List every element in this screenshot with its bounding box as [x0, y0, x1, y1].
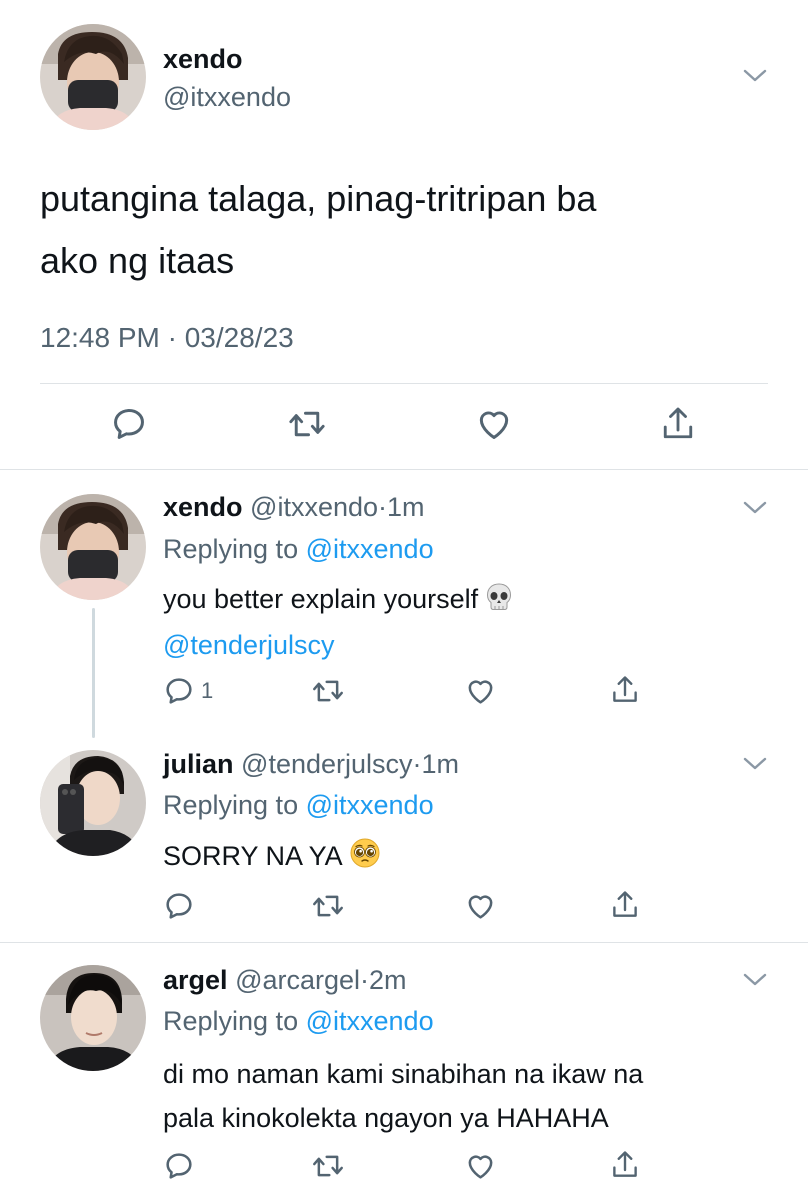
- retweet-icon: [289, 411, 325, 437]
- replying-label: Replying to: [163, 790, 299, 820]
- reply-header: julian @tenderjulscy·1m: [163, 749, 459, 780]
- reply-text-content: you better explain yourself: [163, 584, 479, 614]
- mention-link[interactable]: @tenderjulscy: [163, 624, 514, 666]
- skull-emoji: [484, 582, 514, 624]
- author-name[interactable]: argel: [163, 965, 228, 995]
- like-button[interactable]: [464, 890, 497, 922]
- like-button[interactable]: [464, 675, 497, 707]
- author-handle[interactable]: @arcargel: [235, 965, 360, 995]
- reply-button[interactable]: [110, 405, 148, 443]
- like-button[interactable]: [464, 1150, 497, 1182]
- chevron-down-icon[interactable]: [742, 972, 768, 988]
- avatar[interactable]: [40, 494, 146, 600]
- replying-to: Replying to @itxxendo: [163, 1006, 434, 1037]
- share-button[interactable]: [660, 404, 696, 444]
- reply-icon: [166, 678, 192, 704]
- thread-line: [92, 608, 95, 738]
- author-handle[interactable]: @itxxendo: [250, 492, 378, 522]
- retweet-button[interactable]: [311, 675, 345, 707]
- replying-label: Replying to: [163, 534, 299, 564]
- share-icon: [613, 1151, 637, 1177]
- share-button[interactable]: [610, 673, 640, 707]
- replying-to-link[interactable]: @itxxendo: [306, 534, 434, 564]
- retweet-icon: [313, 895, 343, 917]
- reply-count: 1: [201, 678, 214, 703]
- tweet-text-line: putangina talaga, pinag-tritripan ba: [40, 178, 597, 219]
- reply-text-content: SORRY NA YA: [163, 841, 343, 871]
- divider: [40, 383, 768, 384]
- separator-dot: ·: [412, 749, 422, 779]
- author-handle[interactable]: @tenderjulscy: [241, 749, 412, 779]
- chevron-down-icon[interactable]: [742, 68, 768, 84]
- reply-icon: [166, 1153, 192, 1179]
- replying-to-link[interactable]: @itxxendo: [306, 1006, 434, 1036]
- tweet-text-line: ako ng itaas: [40, 240, 235, 281]
- retweet-icon: [313, 680, 343, 702]
- replying-to: Replying to @itxxendo: [163, 534, 434, 565]
- reply-text: SORRY NA YA: [163, 835, 381, 881]
- author-name[interactable]: xendo: [163, 44, 243, 75]
- heart-icon: [468, 680, 493, 704]
- avatar[interactable]: [40, 24, 146, 130]
- author-name[interactable]: julian: [163, 749, 234, 779]
- divider: [0, 469, 808, 470]
- reply-text-line: di mo naman kami sinabihan na ikaw na: [163, 1059, 644, 1089]
- reply-text-line: pala kinokolekta ngayon ya HAHAHA: [163, 1103, 609, 1133]
- reply-time[interactable]: 2m: [369, 965, 407, 995]
- share-icon: [663, 407, 693, 439]
- reply-button[interactable]: [163, 890, 195, 922]
- reply-text: you better explain yourself @tenderjulsc…: [163, 578, 514, 666]
- share-icon: [613, 676, 637, 702]
- reply-time[interactable]: 1m: [422, 749, 460, 779]
- replying-to-link[interactable]: @itxxendo: [306, 790, 434, 820]
- reply-button[interactable]: 1: [163, 675, 213, 707]
- chevron-down-icon[interactable]: [742, 500, 768, 516]
- reply-header: xendo @itxxendo·1m: [163, 492, 425, 523]
- author-handle[interactable]: @itxxendo: [163, 82, 291, 113]
- heart-icon: [468, 1155, 493, 1179]
- retweet-icon: [313, 1155, 343, 1177]
- reply-button[interactable]: [163, 1150, 195, 1182]
- separator-dot: ·: [378, 492, 388, 522]
- share-button[interactable]: [610, 1148, 640, 1182]
- reply-time[interactable]: 1m: [387, 492, 425, 522]
- heart-icon: [479, 411, 509, 439]
- like-button[interactable]: [474, 405, 514, 443]
- avatar[interactable]: [40, 965, 146, 1071]
- pleading-face-emoji: [349, 837, 381, 881]
- author-name[interactable]: xendo: [163, 492, 243, 522]
- heart-icon: [468, 895, 493, 919]
- separator-dot: ·: [360, 965, 370, 995]
- reply-icon: [114, 409, 144, 439]
- reply-text-line: you better explain yourself: [163, 578, 514, 624]
- retweet-button[interactable]: [311, 1150, 345, 1182]
- retweet-button[interactable]: [311, 890, 345, 922]
- retweet-button[interactable]: [287, 405, 327, 443]
- reply-header: argel @arcargel·2m: [163, 965, 407, 996]
- chevron-down-icon[interactable]: [742, 756, 768, 772]
- reply-text: di mo naman kami sinabihan na ikaw na pa…: [163, 1052, 643, 1140]
- tweet-timestamp[interactable]: 12:48 PM · 03/28/23: [40, 322, 294, 354]
- tweet-text: putangina talaga, pinag-tritripan ba ako…: [40, 168, 760, 292]
- avatar[interactable]: [40, 750, 146, 856]
- share-icon: [613, 891, 637, 917]
- replying-label: Replying to: [163, 1006, 299, 1036]
- reply-icon: [166, 893, 192, 919]
- replying-to: Replying to @itxxendo: [163, 790, 434, 821]
- divider: [0, 942, 808, 943]
- share-button[interactable]: [610, 888, 640, 922]
